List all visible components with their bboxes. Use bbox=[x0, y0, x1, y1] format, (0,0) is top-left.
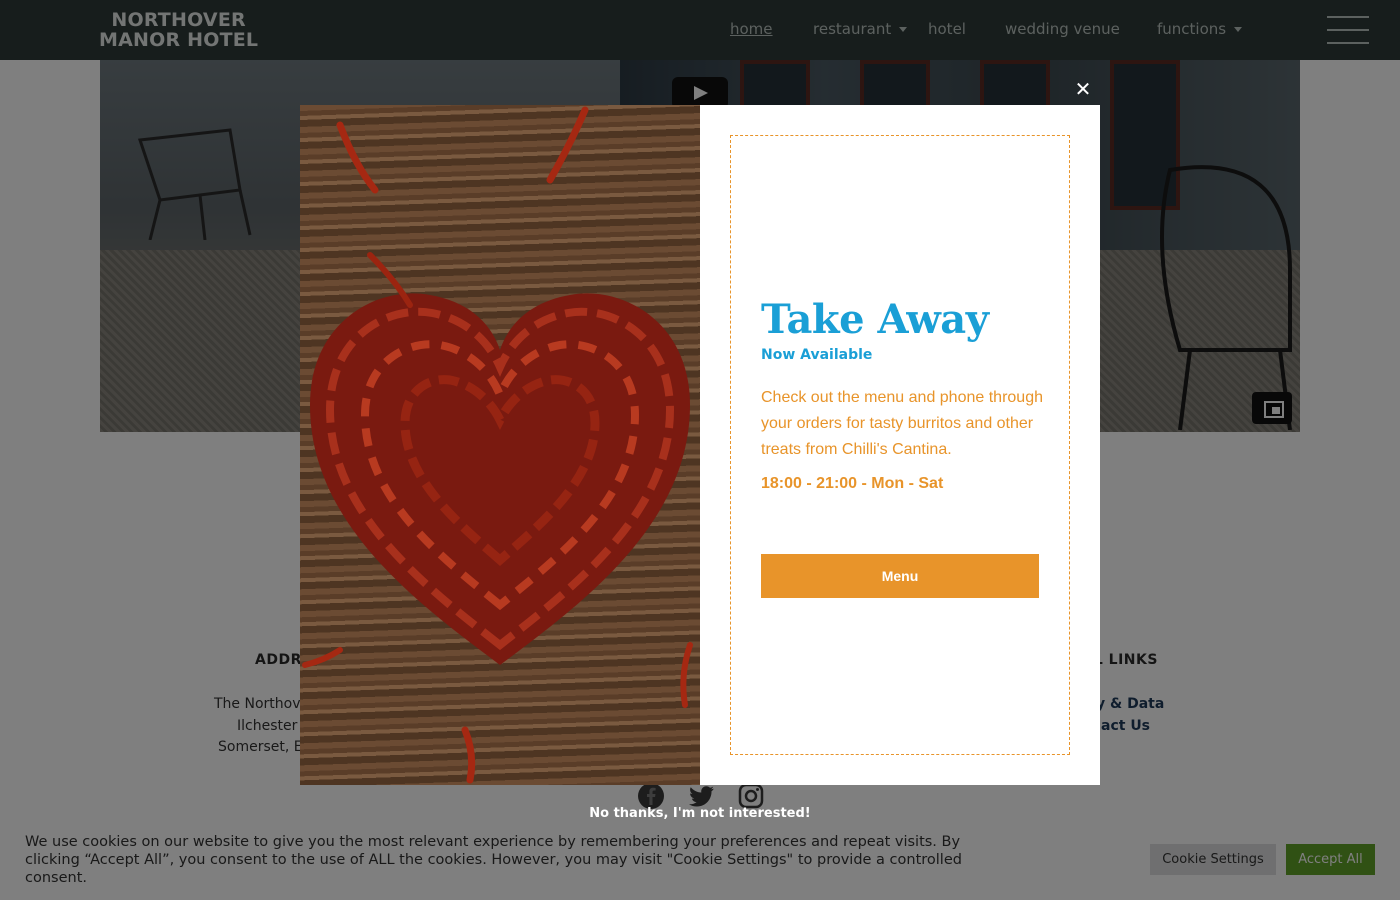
dismiss-popup-link[interactable]: No thanks, I'm not interested! bbox=[0, 806, 1400, 821]
chilli-heart-image bbox=[300, 105, 700, 785]
popup-title: Take Away bbox=[761, 296, 989, 343]
menu-button[interactable]: Menu bbox=[761, 554, 1039, 598]
takeaway-popup: Take Away Now Available Check out the me… bbox=[300, 105, 1100, 785]
popup-hours: 18:00 - 21:00 - Mon - Sat bbox=[761, 475, 944, 492]
popup-description: Check out the menu and phone through you… bbox=[761, 389, 1043, 458]
popup-subtitle: Now Available bbox=[761, 347, 873, 363]
chilli-heart-illustration bbox=[302, 106, 693, 784]
popup-content-panel: Take Away Now Available Check out the me… bbox=[730, 135, 1070, 755]
close-icon[interactable]: ✕ bbox=[1072, 78, 1094, 100]
